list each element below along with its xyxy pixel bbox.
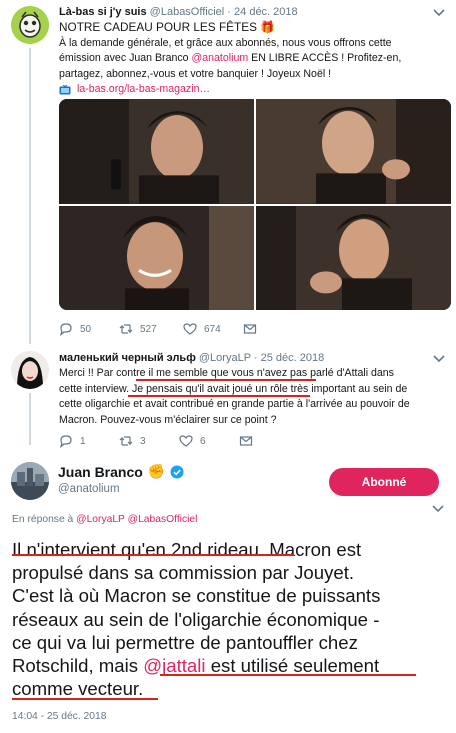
tweet2-date[interactable]: 25 déc. 2018 [261,352,325,364]
tweet2-text: Merci !! Par contre il me semble que vou… [59,366,451,428]
mention-link[interactable]: @anatolium [192,52,249,64]
mention-link[interactable]: @jattali [143,655,205,676]
tweet2-handle[interactable]: @LoryaLP [199,352,251,364]
envelope-icon [239,436,253,446]
verified-badge-icon [170,465,184,478]
heart-icon [179,435,193,447]
tweet2-line: Macron. Pouvez-vous m'éclairer sur ce po… [59,413,277,426]
reply-icon [59,323,72,336]
thread-line [29,48,31,344]
message-button[interactable] [243,322,257,336]
like-button[interactable]: 674 [183,322,243,336]
tweet1-header: Là-bas si j'y suis @LabasOfficiel · 24 d… [59,6,298,18]
retweet-icon [119,436,133,446]
reply-icon [59,435,72,448]
retweet-button[interactable]: 3 [119,434,179,448]
tweet2-header: маленький черный эльф @LoryaLP · 25 déc.… [59,352,325,364]
tweet3-timestamp[interactable]: 14:04 - 25 déc. 2018 [12,711,106,722]
lorya-avatar[interactable] [11,351,49,389]
red-underline [136,379,316,381]
message-button[interactable] [239,434,253,448]
following-button[interactable]: Abonné [329,468,439,496]
tweet3-line: propulsé dans sa commission par Jouyet. [12,562,355,584]
tweet1-actions: 50 527 674 [59,322,257,336]
thumbnail-image[interactable] [256,99,451,204]
reply-button[interactable]: 50 [59,322,119,336]
heart-icon [183,323,197,335]
video-thumbnails[interactable] [59,99,451,310]
tweet3-name[interactable]: Juan Branco [58,464,143,480]
reply-button[interactable]: 1 [59,434,119,448]
red-underline [12,554,294,556]
tweet3-line: ce qui va lui permettre de pantouffler c… [12,631,358,653]
chevron-down-icon[interactable] [432,505,444,513]
mention-link[interactable]: @LoryaLP [76,514,125,525]
tweet1-url[interactable]: la-bas.org/la-bas-magazin… [77,82,210,98]
red-underline [160,674,416,676]
tweet3-text: Il n'intervient qu'en 2nd rideau. Macron… [12,538,444,700]
red-underline [12,698,158,700]
red-underline [128,395,310,397]
thumbnail-image[interactable] [59,99,254,204]
like-count: 674 [204,323,221,335]
tweet1-line: partagez, abonnez,-vous et votre banquie… [59,67,332,80]
tweet3-line: C'est là où Macron se constitue de puiss… [12,585,381,607]
thread-line [29,393,31,445]
tweet1-line: À la demande générale, et grâce aux abon… [59,36,392,49]
thumbnail-image[interactable] [256,205,451,310]
tweet1-name[interactable]: Là-bas si j'y suis [59,6,147,18]
reply-context: En réponse à @LoryaLP @LabasOfficiel [12,514,198,525]
reply-count: 1 [80,435,86,447]
tweet3-header: Juan Branco ✊ [58,463,184,480]
tweet2-actions: 1 3 6 [59,434,253,448]
like-count: 6 [200,435,206,447]
mention-link[interactable]: @LabasOfficiel [128,514,198,525]
tv-icon [59,84,71,95]
reply-count: 50 [80,323,92,335]
tweet2-line: cette oligarchie et avait contribué en g… [59,398,410,411]
envelope-icon [243,324,257,334]
tweet1-link-row: la-bas.org/la-bas-magazin… [59,82,451,98]
tweet1-line: émission avec Juan Branco @anatolium EN … [59,52,402,65]
tweet1-text: NOTRE CADEAU POUR LES FÊTES 🎁 À la deman… [59,20,451,98]
juan-branco-avatar[interactable] [11,462,49,500]
retweet-count: 3 [140,435,146,447]
tweet1-handle[interactable]: @LabasOfficiel [150,6,225,18]
tweet3-line: réseaux au sein de l'oligarchie économiq… [12,608,380,630]
labas-avatar[interactable] [11,6,49,44]
retweet-button[interactable]: 527 [119,322,183,336]
tweet1-date[interactable]: 24 déc. 2018 [234,6,298,18]
chevron-down-icon[interactable] [433,355,445,363]
like-button[interactable]: 6 [179,434,239,448]
chevron-down-icon[interactable] [433,9,445,17]
tweet3-line: Il n'intervient qu'en 2nd rideau. Macron… [12,539,362,560]
tweet1-line: NOTRE CADEAU POUR LES FÊTES 🎁 [59,20,275,34]
retweet-count: 527 [140,323,157,335]
thumbnail-image[interactable] [59,205,254,310]
tweet2-name[interactable]: маленький черный эльф [59,352,196,364]
fist-emoji: ✊ [147,463,166,479]
tweet3-handle[interactable]: @anatolium [58,483,120,495]
tweet3-line: comme vecteur. [12,678,144,700]
retweet-icon [119,324,133,334]
